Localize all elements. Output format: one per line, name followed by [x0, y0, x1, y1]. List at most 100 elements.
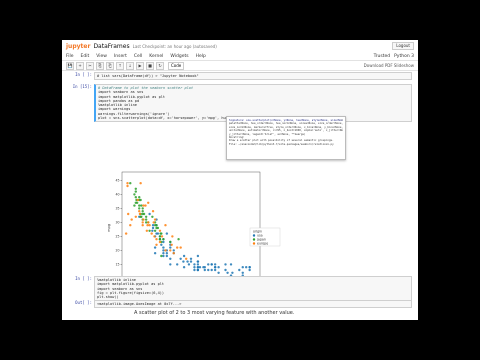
code-cell: Out[ ]: <matplotlib.image.AxesImage at 0…	[66, 300, 412, 309]
data-point-japan	[134, 187, 137, 190]
data-point-europe	[126, 184, 129, 188]
menu-cell[interactable]: Cell	[134, 54, 142, 59]
data-point-japan	[151, 215, 154, 218]
add-cell-icon[interactable]: +	[76, 61, 84, 70]
data-point-usa	[162, 252, 165, 255]
data-point-japan	[160, 254, 163, 258]
data-point-japan	[158, 238, 162, 241]
data-point-usa	[172, 249, 175, 252]
data-point-europe	[158, 240, 162, 244]
restart-icon[interactable]: ↻	[156, 61, 164, 70]
data-point-japan	[138, 196, 141, 199]
data-point-europe	[160, 235, 164, 238]
code-editor[interactable]: # list vars(DataFrame(df)) > "Jupyter No…	[94, 72, 412, 81]
data-point-europe	[139, 182, 142, 185]
copy-icon[interactable]: ⎘	[96, 61, 104, 70]
menu-insert[interactable]: Insert	[114, 54, 127, 59]
data-point-europe	[169, 249, 172, 252]
data-point-usa	[224, 263, 227, 266]
data-point-usa	[193, 263, 196, 266]
data-point-europe	[141, 221, 144, 224]
data-point-usa	[153, 246, 157, 249]
data-point-usa	[189, 260, 193, 263]
kernel-indicator[interactable]: Python 3	[394, 54, 414, 59]
trusted-indicator[interactable]: Trusted	[374, 54, 391, 59]
data-point-usa	[207, 263, 210, 266]
plot-area	[121, 171, 261, 285]
cut-icon[interactable]: ✂	[86, 61, 94, 70]
paste-icon[interactable]: ⎗	[106, 61, 114, 70]
data-point-japan	[144, 221, 148, 224]
notebook-title[interactable]: DataFrames	[93, 43, 129, 50]
data-point-usa	[229, 263, 233, 266]
y-tick-label: 20	[115, 248, 119, 252]
y-axis-label: mpg	[107, 224, 111, 232]
code-line: plt.show()	[97, 295, 119, 300]
data-point-japan	[138, 207, 141, 210]
data-point-europe	[170, 243, 173, 246]
menu-file[interactable]: File	[66, 54, 74, 59]
tooltip-close-icon[interactable]: ✕	[340, 118, 343, 122]
data-point-usa	[165, 252, 169, 255]
code-line: <matplotlib.image.AxesImage at 0x7f...>	[97, 302, 182, 306]
data-point-europe	[153, 235, 156, 238]
data-point-usa	[213, 268, 217, 272]
data-point-usa	[162, 249, 165, 252]
data-point-japan	[177, 238, 180, 241]
data-point-japan	[156, 226, 160, 230]
menu-help[interactable]: Help	[196, 54, 206, 59]
logout-button[interactable]: Logout	[392, 42, 414, 50]
data-point-usa	[210, 268, 213, 272]
menu-kernel[interactable]: Kernel	[149, 54, 163, 59]
data-point-japan	[158, 235, 162, 238]
code-editor[interactable]: <matplotlib.image.AxesImage at 0x7f...>	[94, 300, 412, 309]
data-point-europe	[147, 221, 150, 224]
data-point-europe	[146, 224, 149, 227]
data-point-europe	[127, 212, 130, 216]
data-point-europe	[144, 204, 147, 207]
data-point-japan	[139, 215, 142, 218]
data-point-usa	[176, 263, 179, 266]
move-up-icon[interactable]: ↑	[116, 61, 124, 70]
data-point-usa	[203, 268, 206, 272]
data-point-japan	[142, 212, 146, 216]
run-icon[interactable]: ▶	[136, 61, 144, 70]
menu-widgets[interactable]: Widgets	[170, 54, 188, 59]
toolbar-extra[interactable]: Download PDF Slideshow	[364, 63, 414, 68]
menu-edit[interactable]: Edit	[81, 54, 90, 59]
data-point-usa	[165, 254, 169, 258]
code-editor[interactable]: %matplotlib inline import matplotlib.pyp…	[94, 276, 412, 302]
legend-marker-japan	[252, 238, 256, 241]
data-point-europe	[138, 210, 141, 213]
save-icon[interactable]: 💾	[66, 61, 74, 70]
data-point-europe	[124, 232, 128, 235]
data-point-europe	[147, 201, 150, 204]
menu-view[interactable]: View	[96, 54, 107, 59]
data-point-usa	[196, 263, 200, 266]
data-point-japan	[141, 210, 144, 213]
data-point-usa	[153, 252, 157, 255]
move-down-icon[interactable]: ↓	[126, 61, 134, 70]
notebook-window: jupyter DataFrames Last Checkpoint: an h…	[62, 40, 418, 320]
data-point-europe	[142, 204, 145, 207]
data-point-japan	[153, 229, 157, 232]
docstring-tooltip[interactable]: ✕ Signature: sns.scatterplot(x=None, y=N…	[226, 116, 346, 160]
data-point-usa	[196, 254, 200, 258]
data-point-usa	[241, 266, 244, 269]
data-point-usa	[241, 271, 244, 274]
legend-marker-usa	[252, 234, 256, 237]
data-point-usa	[202, 266, 205, 269]
jupyter-logo[interactable]: jupyter	[66, 43, 90, 50]
stop-icon[interactable]: ■	[146, 61, 154, 70]
cell-type-select[interactable]: Code	[168, 61, 185, 70]
data-point-japan	[129, 182, 132, 185]
data-point-japan	[153, 224, 157, 227]
cell-prompt: In [ ]:	[75, 72, 92, 77]
data-point-europe	[142, 218, 145, 221]
data-point-europe	[138, 212, 142, 216]
data-point-europe	[151, 210, 155, 213]
data-point-europe	[134, 215, 137, 218]
menu-bar: File Edit View Insert Cell Kernel Widget…	[62, 52, 418, 61]
data-point-usa	[217, 266, 220, 269]
data-point-japan	[133, 204, 136, 207]
